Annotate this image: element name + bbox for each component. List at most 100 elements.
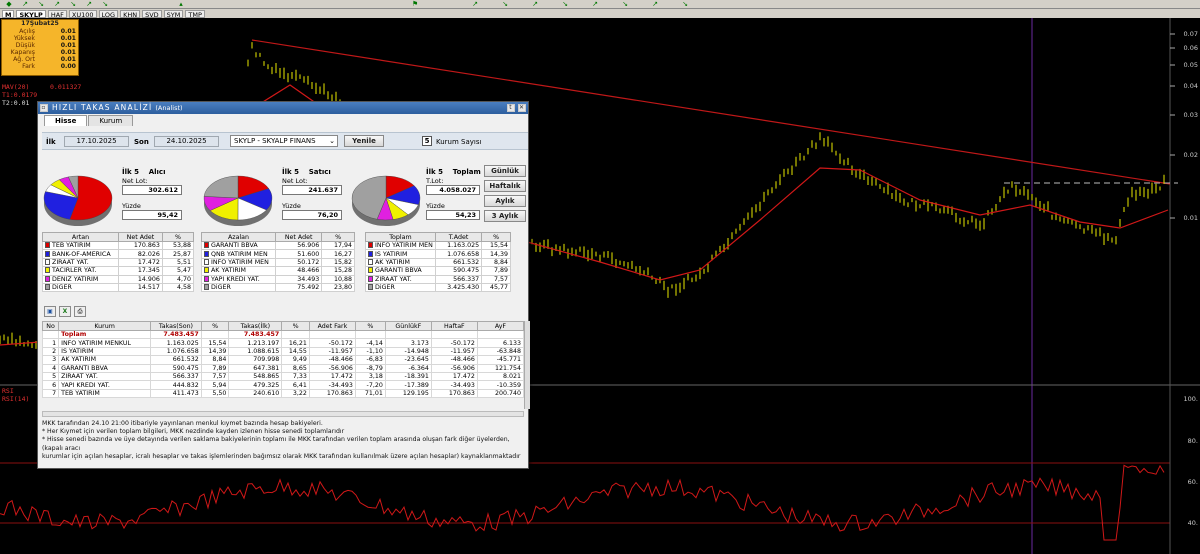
mav-label: MAV(20) (2, 83, 30, 91)
table-header[interactable]: % (281, 321, 310, 331)
color-swatch (45, 284, 50, 291)
table-header[interactable]: Kurum (58, 321, 152, 331)
toolbar-arrow-icon[interactable]: ↗ (650, 1, 660, 8)
table-header[interactable]: Takas(Son) (150, 321, 202, 331)
table-header[interactable]: GünlükF (384, 321, 432, 331)
tab-tmp[interactable]: TMP (185, 9, 205, 19)
stock-select[interactable]: SKYLP - SKYALP FINANS ⌄ (230, 135, 338, 147)
tab-skylp[interactable]: SKYLP (16, 9, 46, 19)
toolbar-arrow-icon[interactable]: ↗ (52, 1, 62, 8)
tab-kurum[interactable]: Kurum (88, 115, 134, 126)
table-row[interactable]: DENIZ YATIRIM 14.906 4,70 (42, 274, 195, 284)
toolbar-arrow-icon[interactable]: ↘ (620, 1, 630, 8)
app-toolbar: ◆ ↗ ↘ ↗ ↘ ↗ ↘ ▴ ⚑ ↗ ↘ ↗ ↘ ↗ ↘ ↗ ↘ (0, 0, 1200, 9)
tab-sym[interactable]: SYM (163, 9, 184, 19)
table-header[interactable]: % (481, 232, 511, 242)
toolbar-arrow-icon[interactable]: ↘ (68, 1, 78, 8)
excel-icon[interactable]: X (59, 306, 71, 317)
cell (354, 329, 386, 340)
table-row[interactable]: DiGER 3.425.430 45,77 (365, 282, 511, 293)
toolbar-arrow-icon[interactable]: ↗ (20, 1, 30, 8)
table-row[interactable]: DiGER 75.492 23,80 (201, 282, 355, 293)
table-header[interactable]: % (161, 232, 195, 242)
table-header[interactable]: Net Adet (118, 232, 163, 242)
table-row[interactable]: 7 TEB YATIRIM 411.473 5,50 240.610 3,22 170.86… (41, 388, 525, 399)
table-row[interactable]: 2 IS YATIRIM 1.076.658 14,39 1.088.615 14,55-… (41, 346, 525, 357)
cell: 7.483.457 (228, 329, 283, 340)
table-row[interactable]: 6 YAPI KREDI YAT. 444.832 5,94 479.325 6,41 -3… (41, 380, 525, 390)
toolbar-flag-icon[interactable]: ⚑ (410, 1, 420, 8)
toolbar-arrow-icon[interactable]: ↗ (590, 1, 600, 8)
tab-khn[interactable]: KHN (120, 9, 141, 19)
end-date-field[interactable]: 24.10.2025 (154, 136, 219, 147)
toolbar-arrow-icon[interactable]: ↗ (84, 1, 94, 8)
table-row[interactable]: TEB YATIRIM 170.863 53,88 (42, 240, 195, 251)
table-row[interactable]: TACIRLER YAT. 17.345 5,47 (42, 266, 195, 276)
table-header[interactable]: Toplam (365, 232, 436, 242)
table-header[interactable]: Net Adet (274, 232, 323, 242)
close-icon[interactable]: ✕ (518, 104, 526, 112)
cell: INFO YATIRIM MENKUL (58, 338, 152, 348)
table-header[interactable]: HaftaF (430, 321, 478, 331)
start-date-field[interactable]: 17.10.2025 (64, 136, 129, 147)
adet-cell: 661.532 (434, 257, 483, 268)
tab-svd[interactable]: SVD (142, 9, 162, 19)
table-header[interactable]: % (321, 232, 355, 242)
toolbar-arrow-icon[interactable]: ↘ (100, 1, 110, 8)
tab-prefix[interactable]: M (2, 9, 15, 19)
dialog-title-bar[interactable]: HIZLI TAKAS ANALİZİ (Analist) ▫ t ✕ (38, 102, 528, 114)
table-row[interactable]: GARANTI BBVA 590.475 7,89 (365, 266, 511, 276)
toolbar-arrow-icon[interactable]: ↗ (530, 1, 540, 8)
toolbar-arrow-icon[interactable]: ↘ (560, 1, 570, 8)
table-row[interactable]: YAPI KREDI YAT. 34.493 10,88 (201, 274, 355, 284)
tab-xu100[interactable]: XU100 (68, 9, 97, 19)
takas-analysis-dialog[interactable]: HIZLI TAKAS ANALİZİ (Analist) ▫ t ✕ Hisse… (37, 101, 530, 469)
tab-log[interactable]: LOG (98, 9, 119, 19)
toolbar-arrow-icon[interactable]: ↘ (500, 1, 510, 8)
period-weekly-button[interactable]: Haftalık (484, 180, 526, 192)
period-monthly-button[interactable]: Aylık (484, 195, 526, 207)
toolbar-arrow-icon[interactable]: ↘ (36, 1, 46, 8)
table-header[interactable]: % (354, 321, 386, 331)
table-header[interactable]: Adet Fark (308, 321, 356, 331)
table-row[interactable]: AK YATIRIM 48.466 15,28 (201, 266, 355, 276)
table-row[interactable]: QNB YATIRIM MEN 51.600 16,27 (201, 249, 355, 259)
horizontal-scrollbar[interactable] (42, 411, 524, 417)
table-row[interactable]: 5 ZIRAAT YAT. 566.337 7,57 548.865 7,33 17.472… (41, 371, 525, 382)
table-row[interactable]: INFO YATIRIM MEN 1.163.025 15,54 (365, 240, 511, 251)
tab-hisse[interactable]: Hisse (44, 115, 88, 126)
table-row[interactable]: 4 GARANTI BBVA 590.475 7,89 647.381 8,65 -56.9… (41, 363, 525, 373)
vertical-scrollbar[interactable] (524, 321, 530, 409)
kurum-count-field[interactable]: 5 (422, 136, 432, 146)
table-header[interactable]: T.Adet (434, 232, 483, 242)
toolbar-indicator-icon[interactable]: ▴ (176, 1, 186, 8)
window-menu-icon[interactable]: ▫ (40, 104, 48, 112)
toolbar-arrow-icon[interactable]: ↗ (470, 1, 480, 8)
table-header[interactable]: Azalan (201, 232, 276, 242)
table-row[interactable]: ZIRAAT YAT. 17.472 5,51 (42, 257, 195, 268)
table-row[interactable]: ZIRAAT YAT. 566.337 7,57 (365, 274, 511, 284)
color-swatch (368, 242, 373, 249)
period-daily-button[interactable]: Günlük (484, 165, 526, 177)
refresh-button[interactable]: Yenile (344, 135, 384, 147)
table-row[interactable]: BANK-OF-AMERICA 82.026 25,87 (42, 249, 195, 259)
tab-haf[interactable]: HAF (47, 9, 67, 19)
print-icon[interactable]: ⎙ (74, 306, 86, 317)
twitter-icon[interactable]: t (507, 104, 515, 112)
period-quarterly-button[interactable]: 3 Aylık (484, 210, 526, 222)
table-header[interactable]: Takas(İlk) (228, 321, 283, 331)
total-row[interactable]: Toplam 7.483.457 7.483.457 (41, 329, 525, 340)
table-row[interactable]: IS YATIRIM 1.076.658 14,39 (365, 249, 511, 259)
table-header[interactable]: Artan (42, 232, 119, 242)
table-row[interactable]: DiGER 14.517 4,58 (42, 282, 195, 293)
table-row[interactable]: GARANTI BBVA 56.906 17,94 (201, 240, 355, 251)
table-row[interactable]: INFO YATIRIM MEN 50.172 15,82 (201, 257, 355, 268)
table-row[interactable]: 3 AK YATIRIM 661.532 8,84 709.998 9,49 -48.466… (41, 355, 525, 365)
toolbar-arrow-icon[interactable]: ↘ (680, 1, 690, 8)
save-icon[interactable]: ▣ (44, 306, 56, 317)
table-row[interactable]: AK YATIRIM 661.532 8,84 (365, 257, 511, 268)
table-header[interactable]: No (41, 321, 60, 331)
table-header[interactable]: % (200, 321, 230, 331)
table-row[interactable]: 1 INFO YATIRIM MENKUL 1.163.025 15,54 1.213.… (41, 338, 525, 348)
table-header[interactable]: AyF (476, 321, 525, 331)
